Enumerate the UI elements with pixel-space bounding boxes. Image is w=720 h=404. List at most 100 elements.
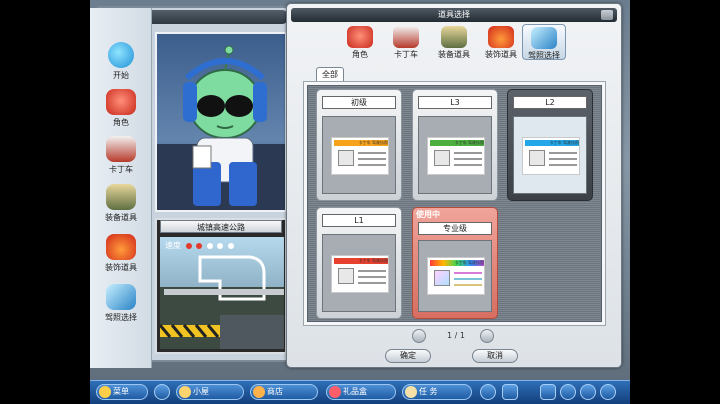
tab-label: 角色 (352, 50, 368, 59)
refresh-icon[interactable] (154, 384, 170, 400)
quest-icon (405, 386, 417, 398)
card-preview: 卡丁车 驾驶执照 (418, 116, 492, 194)
sidebar-item-kart[interactable]: 卡丁车 (90, 132, 152, 176)
sidebar-item-label: 卡丁车 (109, 165, 133, 174)
start-icon (108, 42, 134, 68)
plate-line (454, 278, 482, 280)
left-sidebar: 开始 角色 卡丁车 装备道具 装饰道具 驾照选择 (90, 8, 152, 368)
plate-header: 卡丁车 驾驶执照 (334, 258, 388, 264)
tool-icon[interactable] (502, 384, 518, 400)
plate-line (454, 158, 482, 160)
dialog-title: 道具选择 (438, 10, 470, 19)
plate-line (454, 272, 482, 274)
page-indicator: 1 / 1 (447, 331, 465, 340)
gift-icon (329, 386, 341, 398)
track-scene (160, 255, 284, 349)
sound-icon[interactable] (560, 384, 576, 400)
license-card-l2[interactable]: L2 卡丁车 驾驶执照 (507, 89, 593, 201)
speed-dot (227, 242, 234, 249)
photo-slot (338, 150, 354, 166)
next-page-button[interactable] (480, 329, 494, 343)
tab-all[interactable]: 全部 (316, 67, 344, 81)
character-preview (155, 32, 287, 212)
close-button[interactable] (601, 10, 613, 20)
card-name: L2 (513, 96, 587, 109)
prev-page-button[interactable] (412, 329, 426, 343)
speed-dot (206, 242, 213, 249)
tab-character[interactable]: 角色 (338, 24, 382, 60)
license-card-beginner[interactable]: 初级 卡丁车 驾驶执照 (316, 89, 402, 201)
cancel-button[interactable]: 取消 (472, 349, 518, 363)
speed-dot (185, 242, 192, 249)
tab-label: 驾照选择 (528, 51, 560, 60)
menu-button[interactable]: 菜单 (96, 384, 148, 400)
power-icon[interactable] (600, 384, 616, 400)
settings-icon[interactable] (480, 384, 496, 400)
tab-kart[interactable]: 卡丁车 (384, 24, 428, 60)
gift-label: 礼品盒 (343, 387, 367, 396)
plate-line (358, 164, 386, 166)
shop-button[interactable]: 商店 (250, 384, 318, 400)
sidebar-item-decoration[interactable]: 装饰道具 (90, 230, 152, 274)
card-name: 初级 (322, 96, 396, 109)
options-icon[interactable] (540, 384, 556, 400)
tab-decoration[interactable]: 装饰道具 (479, 24, 523, 60)
confirm-button[interactable]: 确定 (385, 349, 431, 363)
tab-label: 装饰道具 (485, 50, 517, 59)
search-icon[interactable] (580, 384, 596, 400)
card-preview: 卡丁车 驾驶执照 (322, 116, 396, 194)
character-icon (106, 89, 136, 115)
plate-line (454, 284, 482, 286)
plate-line (454, 152, 482, 154)
plate-header: 卡丁车 驾驶执照 (334, 140, 388, 146)
sidebar-item-license[interactable]: 驾照选择 (90, 280, 152, 324)
menu-label: 菜单 (113, 387, 129, 396)
dialog-titlebar: 道具选择 (291, 8, 617, 22)
plate-header: 卡丁车 驾驶执照 (430, 260, 484, 266)
license-icon (106, 284, 136, 310)
track-map (160, 237, 284, 349)
sidebar-item-label: 驾照选择 (105, 313, 137, 322)
speed-dot (217, 242, 224, 249)
license-plate: 卡丁车 驾驶执照 (331, 137, 389, 175)
license-card-l1[interactable]: L1 卡丁车 驾驶执照 (316, 207, 402, 319)
track-title: 城镇高速公路 (160, 220, 282, 233)
photo-slot (338, 268, 354, 284)
decoration-icon (106, 234, 136, 260)
shop-label: 商店 (267, 387, 283, 396)
sidebar-item-character[interactable]: 角色 (90, 85, 152, 129)
plate-line (454, 164, 482, 166)
license-plate: 卡丁车 驾驶执照 (522, 137, 580, 175)
plate-line (549, 158, 577, 160)
card-preview: 卡丁车 驾驶执照 (322, 234, 396, 312)
home-label: 小屋 (193, 387, 209, 396)
decoration-icon (488, 26, 514, 48)
license-icon (531, 27, 557, 49)
in-use-badge: 使用中 (416, 210, 440, 219)
sidebar-item-label: 角色 (113, 118, 129, 127)
photo-slot (434, 270, 450, 286)
license-card-pro[interactable]: 使用中 专业级 卡丁车 驾驶执照 (412, 207, 498, 319)
card-preview: 卡丁车 驾驶执照 (418, 240, 492, 312)
sidebar-item-equipment[interactable]: 装备道具 (90, 180, 152, 224)
equipment-icon (106, 184, 136, 210)
tab-license[interactable]: 驾照选择 (522, 24, 566, 60)
license-plate: 卡丁车 驾驶执照 (427, 257, 485, 295)
tab-label: 装备道具 (438, 50, 470, 59)
sidebar-item-label: 开始 (113, 71, 129, 80)
tab-equipment[interactable]: 装备道具 (432, 24, 476, 60)
plate-line (549, 152, 577, 154)
photo-slot (529, 150, 545, 166)
sidebar-item-start[interactable]: 开始 (90, 38, 152, 82)
sidebar-item-label: 装饰道具 (105, 263, 137, 272)
menu-icon (99, 386, 111, 398)
license-plate: 卡丁车 驾驶执照 (427, 137, 485, 175)
home-button[interactable]: 小屋 (176, 384, 244, 400)
plate-line (358, 158, 386, 160)
quest-button[interactable]: 任 务 (402, 384, 472, 400)
license-card-l3[interactable]: L3 卡丁车 驾驶执照 (412, 89, 498, 201)
sidebar-item-label: 装备道具 (105, 213, 137, 222)
plate-line (358, 276, 386, 278)
gift-box-button[interactable]: 礼品盒 (326, 384, 396, 400)
character-figure (157, 45, 285, 210)
